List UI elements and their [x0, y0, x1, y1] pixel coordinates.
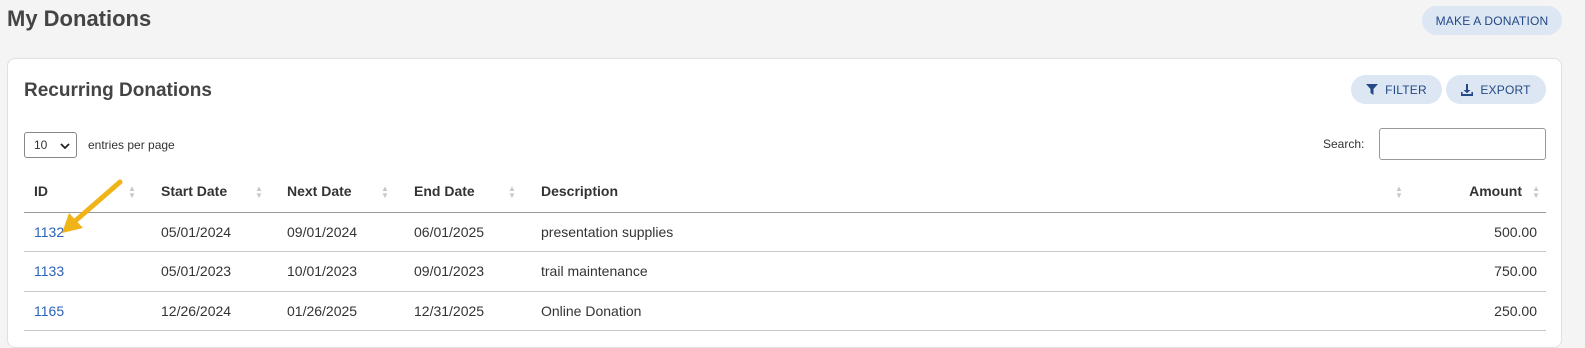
filter-icon [1366, 84, 1379, 95]
entries-per-page-label: entries per page [88, 138, 175, 152]
column-header-description[interactable]: Description ▲ ▼ [531, 171, 1403, 213]
next-date-cell: 01/26/2025 [277, 291, 404, 331]
column-header-end-date[interactable]: End Date ▲ ▼ [404, 171, 531, 213]
amount-cell: 500.00 [1401, 212, 1546, 252]
start-date-cell: 05/01/2024 [151, 212, 277, 252]
next-date-cell: 10/01/2023 [277, 251, 404, 292]
donation-id-link[interactable]: 1133 [24, 251, 151, 292]
chevron-down-icon [60, 140, 70, 154]
export-label: EXPORT [1480, 82, 1531, 97]
sort-icon: ▲ ▼ [255, 184, 263, 200]
sort-icon: ▲ ▼ [381, 184, 389, 200]
column-header-next-date[interactable]: Next Date ▲ ▼ [277, 171, 404, 213]
search-input[interactable] [1379, 128, 1546, 160]
download-icon [1461, 83, 1474, 96]
column-header-amount[interactable]: Amount ▲ ▼ [1401, 171, 1546, 213]
sort-icon: ▲ ▼ [508, 184, 516, 200]
export-button[interactable]: EXPORT [1446, 75, 1546, 104]
sort-icon: ▲ ▼ [1532, 184, 1540, 200]
end-date-cell: 09/01/2023 [404, 251, 531, 292]
description-cell: Online Donation [531, 291, 1401, 331]
end-date-cell: 12/31/2025 [404, 291, 531, 331]
next-date-cell: 09/01/2024 [277, 212, 404, 252]
table-row: 1132 05/01/2024 09/01/2024 06/01/2025 pr… [24, 212, 1546, 252]
table-row: 1165 12/26/2024 01/26/2025 12/31/2025 On… [24, 291, 1546, 331]
make-donation-button[interactable]: MAKE A DONATION [1422, 6, 1562, 35]
search-label: Search: [1323, 137, 1365, 151]
description-cell: presentation supplies [531, 212, 1401, 252]
donation-id-link[interactable]: 1165 [24, 291, 151, 331]
amount-cell: 250.00 [1401, 291, 1546, 331]
arrow-annotation-icon [60, 176, 126, 241]
description-cell: trail maintenance [531, 251, 1401, 292]
entries-select-value: 10 [34, 138, 48, 152]
filter-label: FILTER [1385, 82, 1427, 97]
sort-icon: ▲ ▼ [128, 184, 136, 200]
amount-cell: 750.00 [1401, 251, 1546, 292]
start-date-cell: 05/01/2023 [151, 251, 277, 292]
page-title: My Donations [7, 6, 152, 31]
entries-per-page-select[interactable]: 10 [24, 132, 77, 158]
filter-button[interactable]: FILTER [1351, 75, 1442, 104]
start-date-cell: 12/26/2024 [151, 291, 277, 331]
end-date-cell: 06/01/2025 [404, 212, 531, 252]
table-header-row: ID ▲ ▼ Start Date ▲ ▼ Next Date ▲ ▼ End Dat… [24, 171, 1546, 213]
recurring-donations-card: Recurring Donations FILTER EXPORT 10 ent… [7, 58, 1562, 348]
table-row: 1133 05/01/2023 10/01/2023 09/01/2023 tr… [24, 251, 1546, 292]
column-header-start-date[interactable]: Start Date ▲ ▼ [151, 171, 277, 213]
card-title: Recurring Donations [24, 80, 212, 101]
recurring-donations-table: ID ▲ ▼ Start Date ▲ ▼ Next Date ▲ ▼ End Dat… [24, 171, 1546, 331]
